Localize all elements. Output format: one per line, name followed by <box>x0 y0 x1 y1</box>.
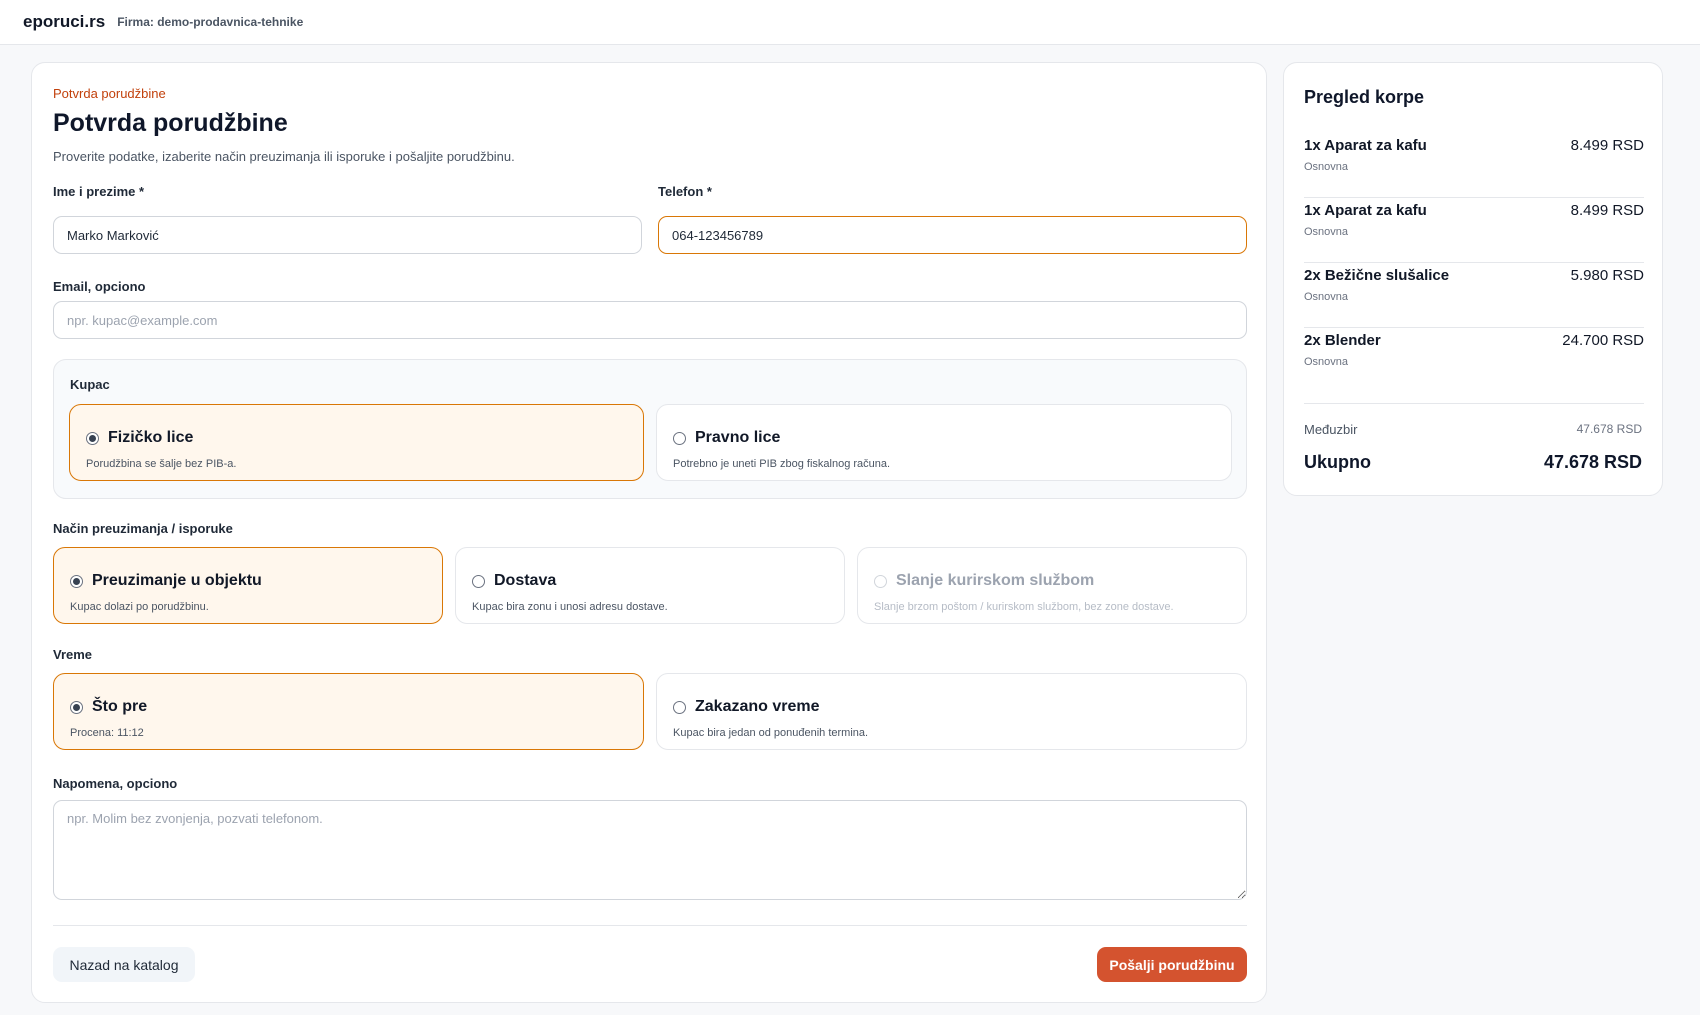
order-form-card: Potvrda porudžbine Potvrda porudžbine Pr… <box>31 62 1267 1003</box>
delivery-label: Način preuzimanja / isporuke <box>53 521 233 536</box>
customer-option-company[interactable]: Pravno lice Potrebno je uneti PIB zbog f… <box>656 404 1232 481</box>
option-desc: Porudžbina se šalje bez PIB-a. <box>86 458 237 470</box>
email-label: Email, opciono <box>53 279 146 294</box>
delivery-option-courier: Slanje kurirskom službom Slanje brzom po… <box>857 547 1247 624</box>
option-title: Dostava <box>494 572 557 589</box>
email-input[interactable] <box>53 301 1247 339</box>
customer-option-individual[interactable]: Fizičko lice Porudžbina se šalje bez PIB… <box>69 404 644 481</box>
cart-divider <box>1304 403 1644 404</box>
cart-title: Pregled korpe <box>1304 87 1425 107</box>
option-desc: Kupac dolazi po porudžbinu. <box>70 601 209 613</box>
cart-item-variant: Osnovna <box>1304 161 1349 173</box>
cart-item: 2x Blender 24.700 RSD Osnovna <box>1304 328 1644 393</box>
cart-item-price: 5.980 RSD <box>1570 267 1644 284</box>
brand-logo[interactable]: eporuci.rs <box>23 12 105 32</box>
option-title: Što pre <box>92 698 148 715</box>
cart-item: 1x Aparat za kafu 8.499 RSD Osnovna <box>1304 133 1644 198</box>
option-desc: Potrebno je uneti PIB zbog fiskalnog rač… <box>673 458 891 470</box>
radio-selected-icon[interactable] <box>70 701 83 714</box>
option-desc: Slanje brzom poštom / kurirskom službom,… <box>874 601 1174 613</box>
note-textarea[interactable] <box>53 800 1247 900</box>
cart-item-price: 8.499 RSD <box>1570 202 1644 219</box>
subtotal-label: Međuzbir <box>1304 422 1358 437</box>
phone-label: Telefon * <box>658 184 712 199</box>
option-desc: Procena: 11:12 <box>70 727 144 739</box>
phone-input[interactable] <box>658 216 1247 254</box>
note-label: Napomena, opciono <box>53 776 178 791</box>
option-title: Preuzimanje u objektu <box>92 572 262 589</box>
cart-summary-card: Pregled korpe 1x Aparat za kafu 8.499 RS… <box>1283 62 1663 496</box>
radio-icon[interactable] <box>673 701 686 714</box>
option-title: Fizičko lice <box>108 429 194 446</box>
radio-icon[interactable] <box>673 432 686 445</box>
radio-disabled-icon <box>874 575 887 588</box>
option-title: Pravno lice <box>695 429 781 446</box>
cart-item-name: 1x Aparat za kafu <box>1304 137 1427 154</box>
customer-label: Kupac <box>70 377 110 392</box>
total-value: 47.678 RSD <box>1543 452 1642 472</box>
cart-item-name: 1x Aparat za kafu <box>1304 202 1427 219</box>
form-divider <box>53 925 1247 926</box>
page-subtitle: Proverite podatke, izaberite način preuz… <box>53 149 515 164</box>
cart-item-variant: Osnovna <box>1304 291 1349 303</box>
cart-items-list: 1x Aparat za kafu 8.499 RSD Osnovna 1x A… <box>1304 133 1644 393</box>
breadcrumb: Potvrda porudžbine <box>53 86 166 101</box>
time-option-asap[interactable]: Što pre Procena: 11:12 <box>53 673 644 750</box>
name-input[interactable] <box>53 216 642 254</box>
total-label: Ukupno <box>1304 452 1371 472</box>
option-desc: Kupac bira jedan od ponuđenih termina. <box>673 727 869 739</box>
subtotal-value: 47.678 RSD <box>1576 422 1642 436</box>
cart-item: 1x Aparat za kafu 8.499 RSD Osnovna <box>1304 198 1644 263</box>
back-to-catalog-button[interactable]: Nazad na katalog <box>53 947 195 982</box>
firm-name: Firma: demo-prodavnica-tehnike <box>117 15 304 29</box>
radio-selected-icon[interactable] <box>70 575 83 588</box>
page-title: Potvrda porudžbine <box>53 109 288 137</box>
radio-icon[interactable] <box>472 575 485 588</box>
cart-item-variant: Osnovna <box>1304 226 1349 238</box>
option-title: Zakazano vreme <box>695 698 820 715</box>
submit-order-button[interactable]: Pošalji porudžbinu <box>1097 947 1247 982</box>
delivery-option-delivery[interactable]: Dostava Kupac bira zonu i unosi adresu d… <box>455 547 845 624</box>
customer-type-section: Kupac Fizičko lice Porudžbina se šalje b… <box>53 359 1247 499</box>
cart-item-name: 2x Blender <box>1304 332 1381 349</box>
time-option-scheduled[interactable]: Zakazano vreme Kupac bira jedan od ponuđ… <box>656 673 1247 750</box>
name-label: Ime i prezime * <box>53 184 145 199</box>
option-title: Slanje kurirskom službom <box>896 572 1095 589</box>
delivery-option-pickup[interactable]: Preuzimanje u objektu Kupac dolazi po po… <box>53 547 443 624</box>
time-label: Vreme <box>53 647 93 662</box>
option-desc: Kupac bira zonu i unosi adresu dostave. <box>472 601 668 613</box>
cart-item-variant: Osnovna <box>1304 356 1349 368</box>
cart-item-price: 8.499 RSD <box>1570 137 1644 154</box>
radio-selected-icon[interactable] <box>86 432 99 445</box>
cart-item-name: 2x Bežične slušalice <box>1304 267 1450 284</box>
top-bar: eporuci.rs Firma: demo-prodavnica-tehnik… <box>0 0 1700 45</box>
cart-item-price: 24.700 RSD <box>1562 332 1644 349</box>
cart-item: 2x Bežične slušalice 5.980 RSD Osnovna <box>1304 263 1644 328</box>
